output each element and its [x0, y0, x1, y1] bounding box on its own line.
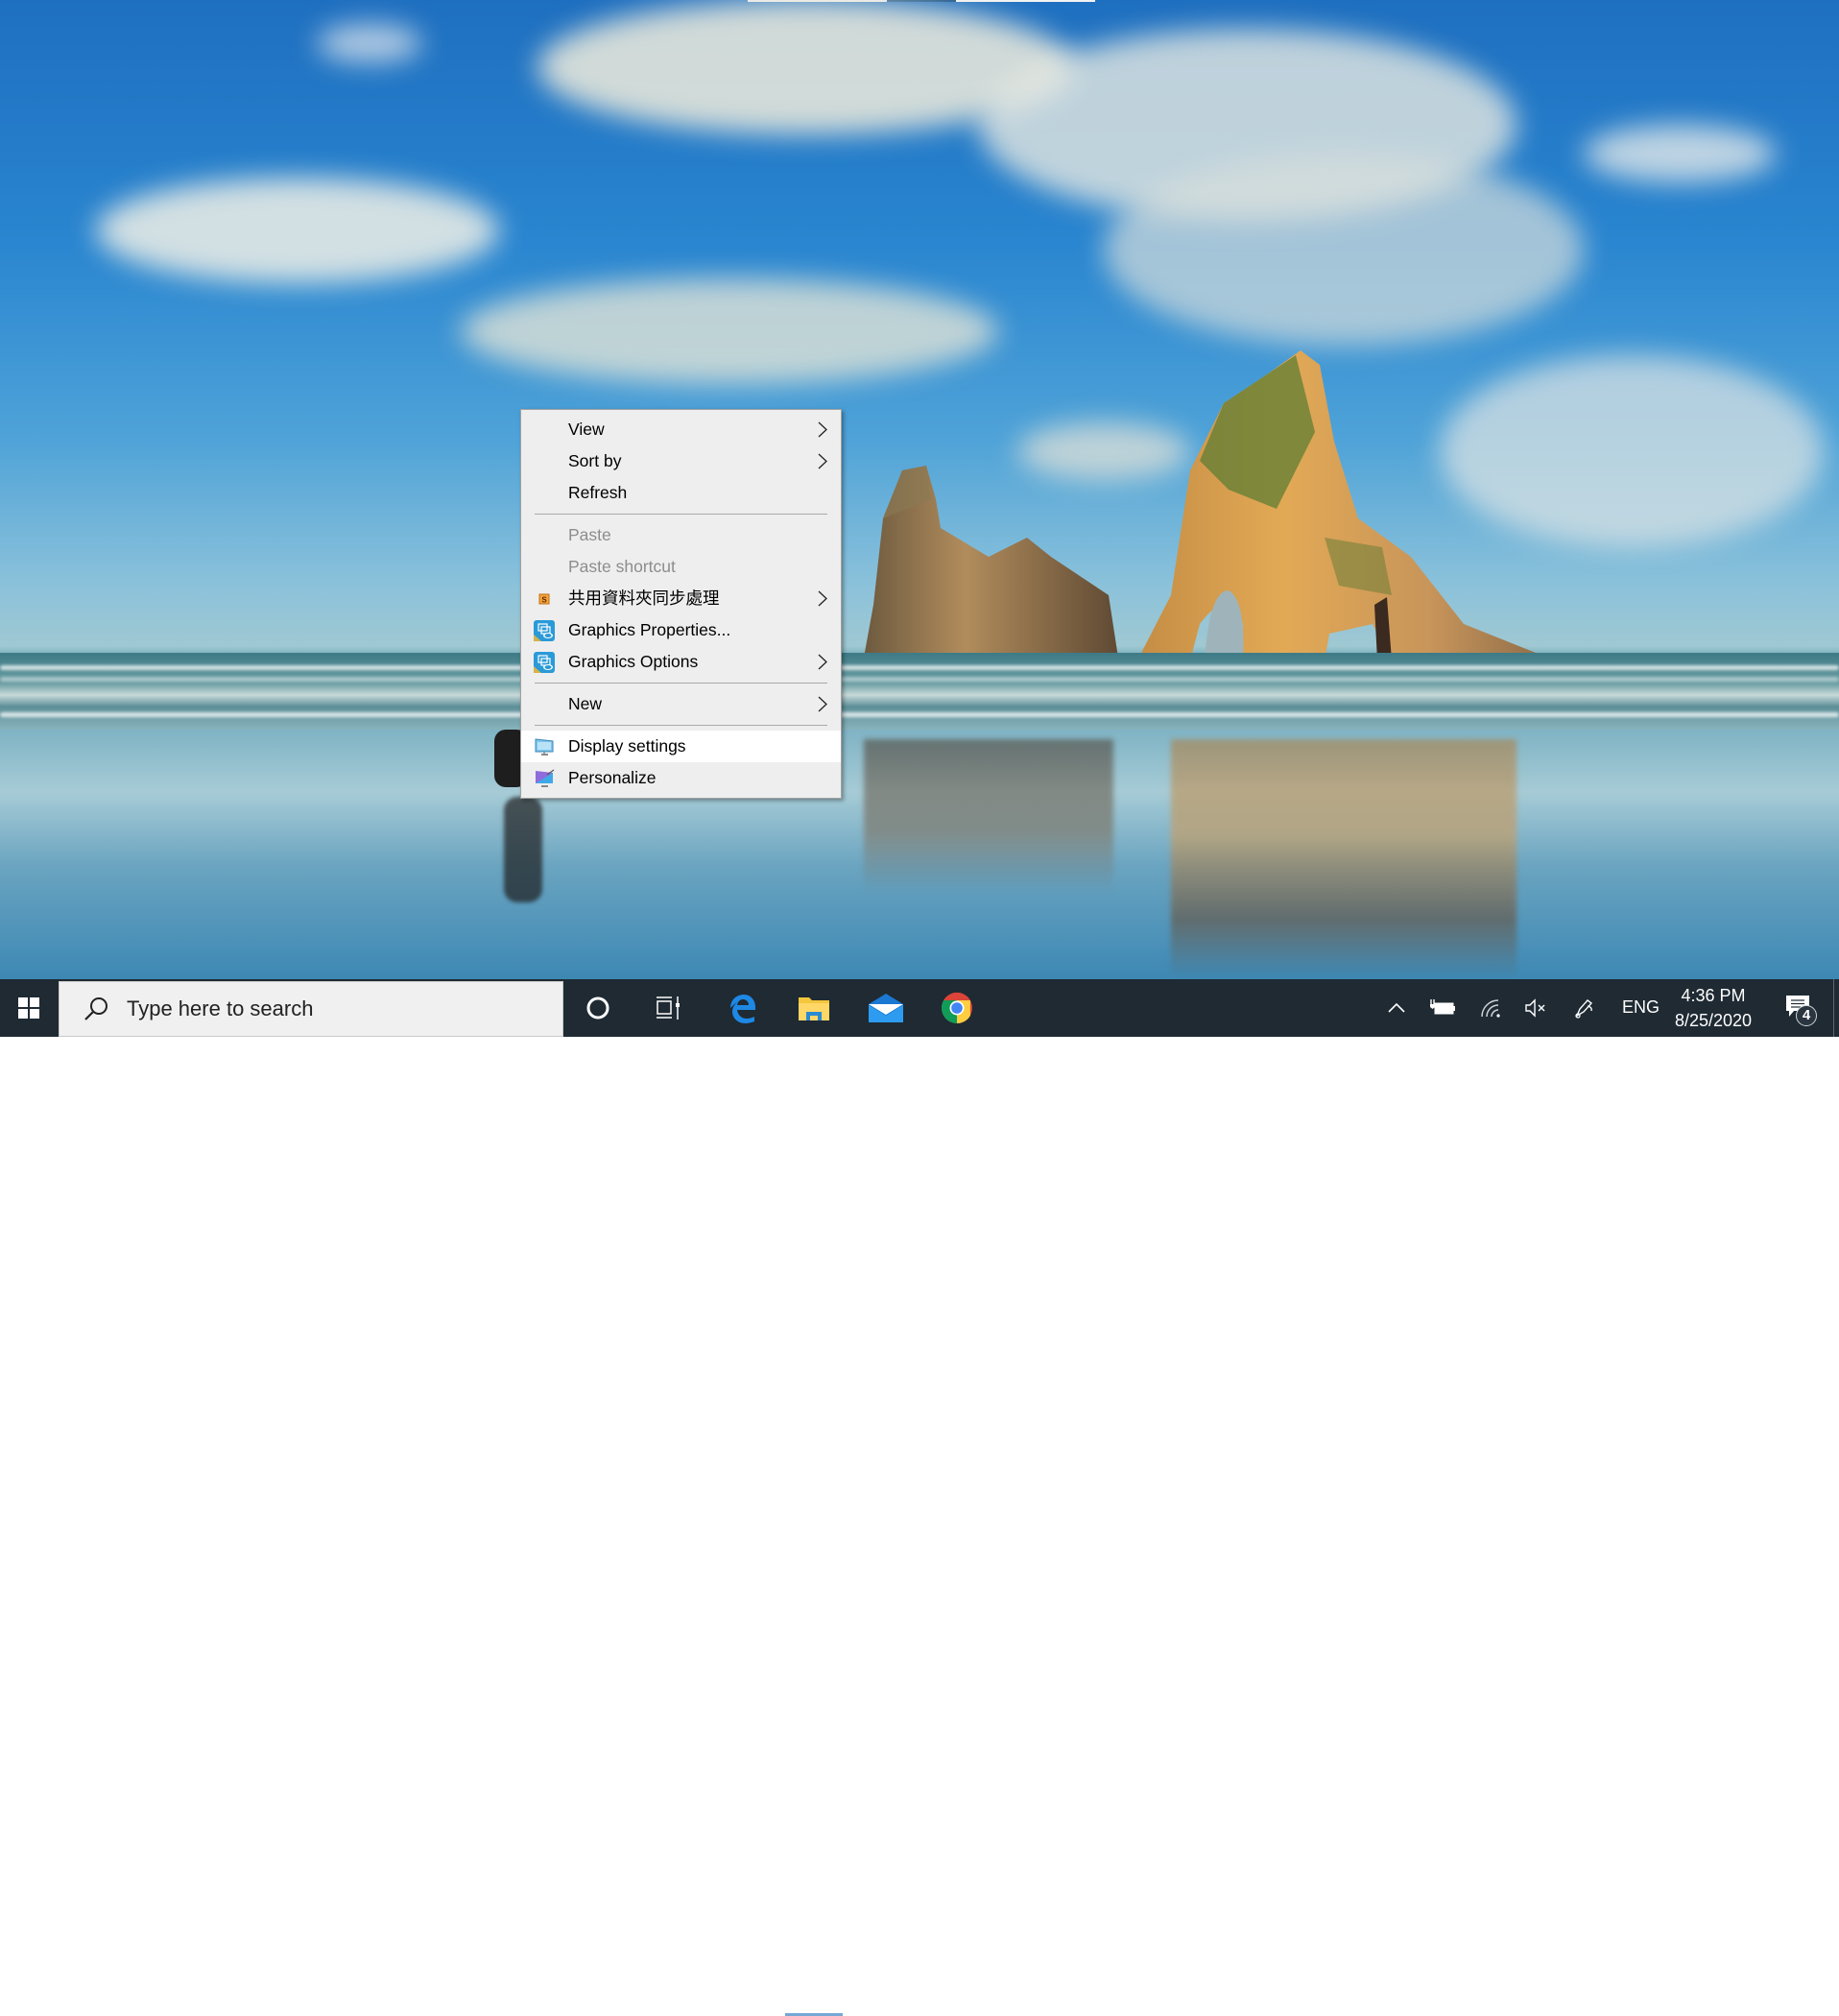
rock-reflection — [864, 739, 1113, 893]
language-indicator[interactable]: ENG — [1622, 997, 1660, 1018]
menu-item-refresh[interactable]: Refresh — [521, 477, 841, 509]
menu-item-view[interactable]: View — [521, 414, 841, 445]
menu-item-label: New — [568, 694, 603, 713]
menu-separator — [521, 678, 841, 688]
menu-item-label: Sort by — [568, 451, 622, 470]
menu-item-paste-shortcut: Paste shortcut — [521, 551, 841, 583]
menu-separator — [521, 509, 841, 519]
menu-item-shared-folder-sync[interactable]: S 共用資料夾同步處理 — [521, 583, 841, 614]
separator-line — [535, 683, 827, 684]
separator-line — [535, 725, 827, 726]
cloud — [1104, 154, 1584, 346]
notification-count: 4 — [1802, 1007, 1811, 1023]
wifi-icon — [1481, 999, 1500, 1018]
menu-separator — [521, 720, 841, 731]
desktop-wallpaper[interactable] — [0, 0, 1839, 979]
action-center-button[interactable]: 4 — [1778, 979, 1820, 1037]
edge-icon — [730, 995, 755, 1023]
clock-date: 8/25/2020 — [1674, 1011, 1753, 1030]
menu-item-paste: Paste — [521, 519, 841, 551]
menu-item-label: Graphics Properties... — [568, 620, 731, 639]
volume-button[interactable] — [1518, 979, 1553, 1037]
intel-graphics-icon — [534, 652, 555, 673]
rock-reflection — [1171, 739, 1517, 979]
clock[interactable]: 4:36 PM 8/25/2020 — [1665, 983, 1761, 1033]
submenu-chevron-icon — [816, 688, 829, 720]
start-button[interactable] — [0, 979, 58, 1037]
task-view-button[interactable] — [639, 979, 697, 1037]
chrome-icon — [941, 992, 972, 1023]
window-edge-active — [887, 0, 956, 2]
wave — [0, 712, 1839, 717]
file-explorer-button[interactable] — [785, 979, 843, 1037]
chevron-up-icon — [1388, 1003, 1405, 1013]
cloud — [96, 178, 499, 283]
display-icon — [534, 736, 555, 757]
cortana-button[interactable] — [569, 979, 627, 1037]
desktop-context-menu: View Sort by Refresh Paste Paste shortcut S 共用… — [520, 409, 842, 799]
intel-graphics-icon — [534, 620, 555, 641]
sea — [0, 653, 1839, 730]
window-edge-right — [956, 0, 1095, 2]
menu-item-label: View — [568, 420, 605, 439]
separator-line — [535, 514, 827, 515]
show-desktop-button[interactable] — [1833, 979, 1839, 1037]
folder-icon — [799, 997, 829, 1020]
clock-time: 4:36 PM — [1681, 986, 1746, 1005]
windows-logo-icon — [18, 997, 39, 1019]
pen-workspace-button[interactable] — [1567, 979, 1602, 1037]
personalize-icon — [534, 768, 555, 789]
pen-workspace-icon — [1575, 999, 1593, 1019]
notification-count-badge: 4 — [1796, 1005, 1817, 1026]
mail-icon — [869, 994, 903, 1022]
submenu-chevron-icon — [816, 646, 829, 678]
menu-item-label: Personalize — [568, 768, 657, 787]
menu-item-label: Graphics Options — [568, 652, 699, 671]
menu-item-label: Display settings — [568, 736, 686, 756]
menu-item-display-settings[interactable]: Display settings — [521, 731, 841, 762]
search-icon — [84, 997, 107, 1020]
menu-item-label: 共用資料夾同步處理 — [568, 588, 720, 608]
wave — [0, 677, 1839, 682]
menu-item-label: Paste — [568, 525, 611, 544]
mail-button[interactable] — [857, 979, 915, 1037]
volume-muted-icon — [1525, 998, 1545, 1018]
menu-item-label: Paste shortcut — [568, 557, 676, 576]
svg-text:S: S — [541, 596, 547, 605]
small-rock-arch — [864, 466, 1118, 658]
menu-item-personalize[interactable]: Personalize — [521, 762, 841, 794]
battery-charging-icon — [1430, 999, 1455, 1015]
submenu-chevron-icon — [816, 445, 829, 477]
sync-s-icon: S — [534, 588, 555, 610]
cloud — [461, 278, 998, 384]
edge-button[interactable] — [713, 979, 771, 1037]
submenu-chevron-icon — [816, 583, 829, 614]
chrome-button[interactable] — [928, 979, 986, 1037]
wave — [0, 665, 1839, 670]
menu-item-sort-by[interactable]: Sort by — [521, 445, 841, 477]
network-button[interactable] — [1473, 979, 1508, 1037]
cloud — [1584, 125, 1776, 182]
task-view-icon — [657, 996, 680, 1020]
menu-item-label: Refresh — [568, 483, 628, 502]
battery-button[interactable] — [1425, 979, 1460, 1037]
cloud — [317, 24, 422, 62]
menu-item-graphics-options[interactable]: Graphics Options — [521, 646, 841, 678]
show-hidden-icons-button[interactable] — [1382, 979, 1411, 1037]
cortana-circle-icon — [586, 996, 609, 1020]
submenu-chevron-icon — [816, 414, 829, 445]
large-rock-arch — [1137, 350, 1555, 660]
menu-item-new[interactable]: New — [521, 688, 841, 720]
person-reflection — [504, 797, 542, 902]
taskbar: Type here to search ENG 4:36 PM 8/25/202… — [0, 979, 1839, 2016]
search-placeholder: Type here to search — [127, 996, 314, 1020]
menu-item-graphics-properties[interactable]: Graphics Properties... — [521, 614, 841, 646]
search-box[interactable]: Type here to search — [59, 981, 563, 1037]
